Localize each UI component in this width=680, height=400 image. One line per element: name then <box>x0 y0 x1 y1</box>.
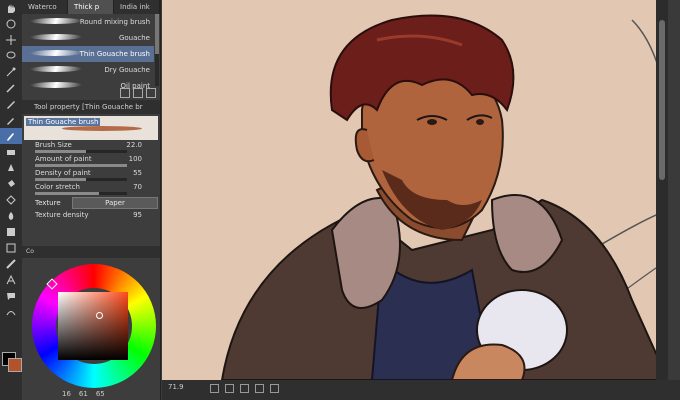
fit-view-icon[interactable] <box>240 384 249 393</box>
brush-item[interactable]: Dry Gouache <box>22 62 154 78</box>
texture-select-button[interactable]: Paper <box>72 197 158 209</box>
property-row[interactable]: Brush Size 22.0 <box>22 140 160 154</box>
brush-list: Round mixing brush Gouache Thin Gouache … <box>22 14 154 94</box>
hand-tool-icon[interactable] <box>0 0 22 16</box>
property-value[interactable]: 100 <box>129 155 142 163</box>
property-label: Density of paint <box>35 169 91 177</box>
zoom-in-icon[interactable] <box>225 384 234 393</box>
rotate-tool-icon[interactable] <box>0 16 22 32</box>
status-bar: 71.9 <box>162 380 680 400</box>
brush-item[interactable]: Gouache <box>22 30 154 46</box>
tab-watercolor[interactable]: Waterco <box>22 0 68 14</box>
tab-thick-paint[interactable]: Thick p <box>68 0 114 14</box>
move-tool-icon[interactable] <box>0 32 22 48</box>
saturation-value-square[interactable] <box>58 292 128 360</box>
brush-stroke-preview <box>28 18 84 24</box>
property-value[interactable]: 22.0 <box>126 141 142 149</box>
brush-preview: Thin Gouache brush <box>24 116 158 140</box>
brush-stroke-preview <box>28 66 84 72</box>
texture-label: Texture <box>35 199 61 207</box>
canvas-vertical-scrollbar[interactable] <box>656 0 668 380</box>
pencil-tool-icon[interactable] <box>0 112 22 128</box>
color-value-v: 65 <box>95 390 105 398</box>
main-color-swatch[interactable] <box>8 358 22 372</box>
zoom-level[interactable]: 71.9 <box>168 383 184 391</box>
color-picker-handle[interactable] <box>96 312 103 319</box>
add-brush-icon[interactable] <box>120 88 130 98</box>
brush-tool-icon[interactable] <box>0 128 22 144</box>
property-label: Brush Size <box>35 141 72 149</box>
property-row[interactable]: Color stretch 70 <box>22 182 160 196</box>
color-swatches <box>2 340 22 400</box>
property-row[interactable]: Density of paint 55 <box>22 168 160 182</box>
property-label: Amount of paint <box>35 155 92 163</box>
zoom-out-icon[interactable] <box>210 384 219 393</box>
copy-brush-icon[interactable] <box>133 88 143 98</box>
pen-tool-icon[interactable] <box>0 96 22 112</box>
tab-india-ink[interactable]: India ink <box>114 0 160 14</box>
brush-stroke-preview <box>28 34 84 40</box>
brush-item[interactable]: Round mixing brush <box>22 14 154 30</box>
brush-item-label: Round mixing brush <box>79 18 150 26</box>
decoration-tool-icon[interactable] <box>0 192 22 208</box>
drawing-canvas[interactable] <box>162 0 668 380</box>
texture-row: Texture Paper <box>22 196 160 210</box>
correct-line-icon[interactable] <box>0 304 22 320</box>
color-wheel-panel: Co 16 61 65 <box>22 246 161 400</box>
color-value-s: 61 <box>78 390 88 398</box>
eraser-tool-icon[interactable] <box>0 144 22 160</box>
gradient-tool-icon[interactable] <box>0 224 22 240</box>
text-tool-icon[interactable] <box>0 272 22 288</box>
tool-strip <box>0 0 23 400</box>
ruler-tool-icon[interactable] <box>0 256 22 272</box>
property-value[interactable]: 55 <box>133 169 142 177</box>
property-row[interactable]: Amount of paint 100 <box>22 154 160 168</box>
property-slider[interactable] <box>35 150 127 153</box>
brush-list-scrollbar[interactable] <box>155 14 159 86</box>
eyedropper-icon[interactable] <box>0 80 22 96</box>
brush-stroke-preview <box>28 82 84 88</box>
figure-tool-icon[interactable] <box>0 208 22 224</box>
property-row[interactable]: Texture density 95 <box>22 210 160 224</box>
property-label: Texture density <box>35 211 89 219</box>
artwork <box>220 14 668 380</box>
sub-tool-panel: Waterco Thick p India ink Round mixing b… <box>22 0 161 100</box>
brush-preview-name: Thin Gouache brush <box>26 118 101 126</box>
brush-footer <box>120 88 156 98</box>
tab-color-wheel[interactable]: Co <box>26 246 44 258</box>
rotate-right-icon[interactable] <box>270 384 279 393</box>
property-slider[interactable] <box>35 164 127 167</box>
property-value[interactable]: 70 <box>133 183 142 191</box>
tool-property-panel: Tool property [Thin Gouache br Thin Goua… <box>22 100 161 246</box>
brush-item-label: Thin Gouache brush <box>79 50 150 58</box>
tool-property-header: Tool property [Thin Gouache br <box>22 100 160 114</box>
fill-tool-icon[interactable] <box>0 176 22 192</box>
delete-brush-icon[interactable] <box>146 88 156 98</box>
property-slider[interactable] <box>35 178 127 181</box>
balloon-tool-icon[interactable] <box>0 288 22 304</box>
property-value[interactable]: 95 <box>133 211 142 219</box>
property-slider[interactable] <box>35 192 127 195</box>
property-label: Color stretch <box>35 183 80 191</box>
color-value-h: 16 <box>62 390 71 398</box>
brush-stroke-preview <box>28 50 84 56</box>
frame-tool-icon[interactable] <box>0 240 22 256</box>
lasso-tool-icon[interactable] <box>0 48 22 64</box>
brush-item-label: Gouache <box>118 34 150 42</box>
color-tabs: Co <box>22 246 160 258</box>
auto-select-icon[interactable] <box>0 64 22 80</box>
rotate-left-icon[interactable] <box>255 384 264 393</box>
brush-item-label: Dry Gouache <box>104 66 150 74</box>
brush-item-selected[interactable]: Thin Gouache brush <box>22 46 154 62</box>
brush-preview-stroke <box>62 126 142 131</box>
blend-tool-icon[interactable] <box>0 160 22 176</box>
view-controls <box>210 384 279 393</box>
brush-tabs: Waterco Thick p India ink <box>22 0 160 14</box>
